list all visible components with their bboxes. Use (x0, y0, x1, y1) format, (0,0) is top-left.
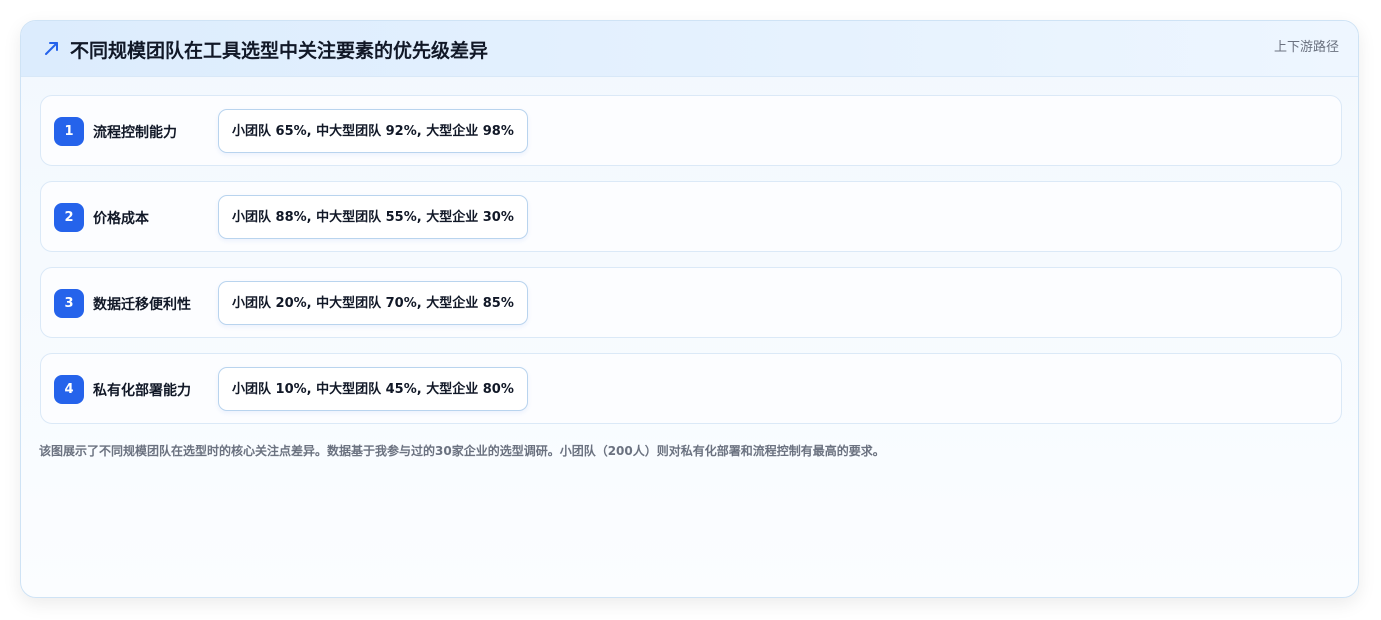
priority-card: 不同规模团队在工具选型中关注要素的优先级差异 上下游路径 1 流程控制能力 小团… (20, 20, 1359, 598)
priority-row-2: 2 价格成本 小团队 88%, 中大型团队 55%, 大型企业 30% (40, 181, 1342, 252)
priority-row-1: 1 流程控制能力 小团队 65%, 中大型团队 92%, 大型企业 98% (40, 95, 1342, 166)
rank-badge: 2 (54, 203, 84, 232)
priority-row-4: 4 私有化部署能力 小团队 10%, 中大型团队 45%, 大型企业 80% (40, 353, 1342, 424)
rank-badge: 4 (54, 375, 84, 404)
header-tag: 上下游路径 (1273, 40, 1339, 55)
factor-label: 流程控制能力 (93, 125, 177, 141)
rank-badge: 3 (54, 289, 84, 318)
factor-label: 数据迁移便利性 (93, 297, 191, 313)
card-title: 不同规模团队在工具选型中关注要素的优先级差异 (70, 40, 489, 62)
trend-arrow-icon (45, 42, 58, 55)
factor-value: 小团队 20%, 中大型团队 70%, 大型企业 85% (218, 281, 528, 325)
footnote: 该图展示了不同规模团队在选型时的核心关注点差异。数据基于我参与过的30家企业的选… (39, 444, 885, 458)
factor-label: 价格成本 (93, 211, 149, 227)
factor-value: 小团队 10%, 中大型团队 45%, 大型企业 80% (218, 367, 528, 411)
factor-value: 小团队 88%, 中大型团队 55%, 大型企业 30% (218, 195, 528, 239)
priority-row-3: 3 数据迁移便利性 小团队 20%, 中大型团队 70%, 大型企业 85% (40, 267, 1342, 338)
priority-list: 1 流程控制能力 小团队 65%, 中大型团队 92%, 大型企业 98% 2 … (40, 95, 1342, 439)
rank-badge: 1 (54, 117, 84, 146)
factor-value: 小团队 65%, 中大型团队 92%, 大型企业 98% (218, 109, 528, 153)
factor-label: 私有化部署能力 (93, 383, 191, 399)
card-header: 不同规模团队在工具选型中关注要素的优先级差异 上下游路径 (21, 21, 1358, 77)
